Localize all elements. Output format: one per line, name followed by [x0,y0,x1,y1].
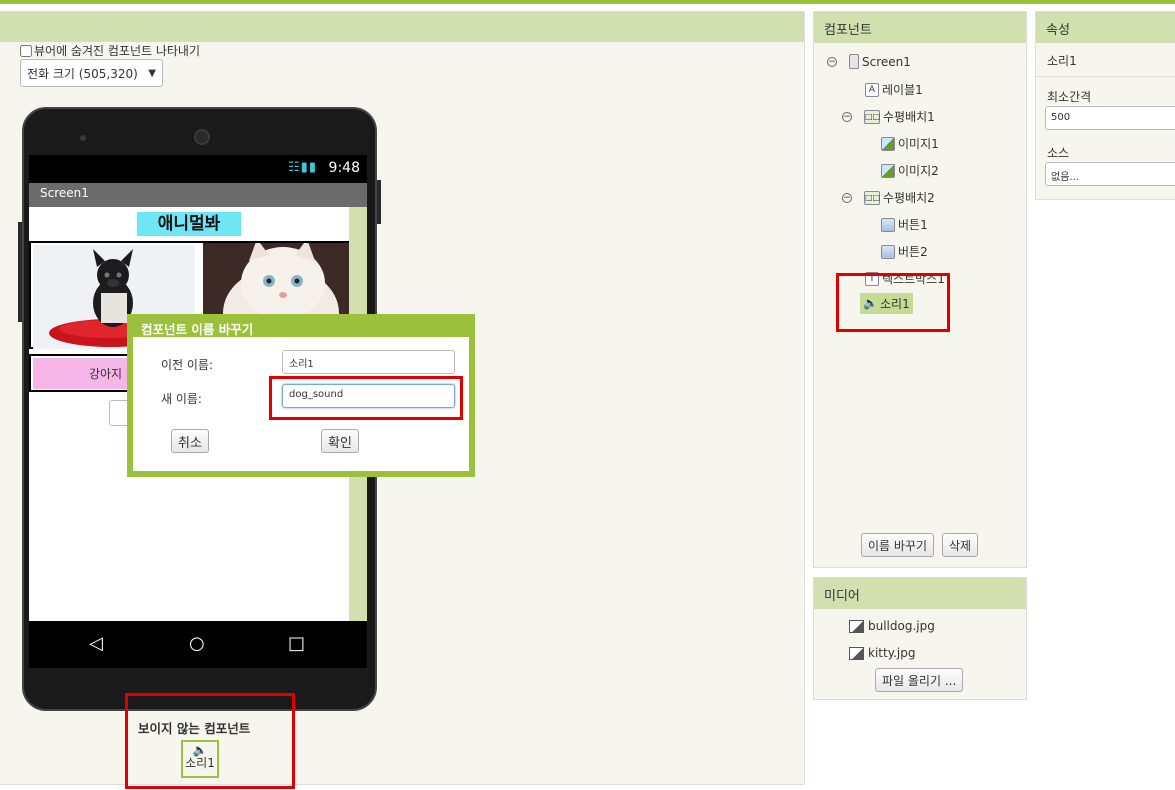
button-icon [881,244,895,259]
phone-size-value: 전화 크기 (505,320) [27,66,138,81]
properties-panel: 속성 소리1 최소간격 500 소스 없음... [1035,11,1175,200]
old-name-field[interactable]: 소리1 [282,350,455,374]
phone-size-select[interactable]: 전화 크기 (505,320) ▼ [20,59,163,87]
tree-label: 버튼2 [898,245,928,259]
min-interval-label: 최소간격 [1047,90,1092,104]
image-file-icon [849,646,864,660]
wifi-signal-battery-icon: ☷▮▮ [288,160,317,175]
image-icon [881,163,895,178]
properties-component-name: 소리1 [1047,54,1077,68]
sound-tree-highlight [836,273,950,332]
viewer-header [0,11,804,42]
components-header: 컴포넌트 [814,12,1026,43]
old-name-label: 이전 이름: [161,358,214,372]
nonvisible-sound-label: 소리1 [185,756,215,771]
tree-label: 이미지2 [898,164,939,178]
tree-label: 이미지1 [898,137,939,151]
home-icon: ○ [189,633,205,654]
phone-speaker [80,135,86,141]
rename-button[interactable]: 이름 바꾸기 [861,533,935,557]
tree-label: Screen1 [862,54,911,69]
tree-item-button2[interactable]: 버튼2 [881,243,928,260]
image-file-icon [849,619,864,633]
properties-divider [1036,76,1175,77]
show-hidden-checkbox[interactable] [20,44,32,57]
phone-icon [849,54,859,69]
media-header: 미디어 [814,578,1026,609]
media-file-kitty[interactable]: kitty.jpg [849,646,915,660]
tree-label: 수평배치2 [883,191,935,205]
dog-button-label: 강아지 [88,367,123,381]
properties-header: 속성 [1036,12,1175,43]
tree-item-hz2[interactable]: − □□ 수평배치2 [842,189,935,206]
new-name-label: 새 이름: [161,392,202,406]
new-name-highlight [269,376,463,420]
phone-side-button [377,180,381,224]
horizontal-arrangement-icon: □□ [864,109,880,124]
screen-title: Screen1 [40,186,89,200]
button-icon [881,217,895,232]
nonvisible-components-highlight: 보이지 않는 컴포넌트 🔈 소리1 [125,693,295,789]
show-hidden-label: 뷰어에 숨겨진 컴포넌트 나타내기 [34,44,201,58]
app-title-label[interactable]: 애니멀봐 [137,212,241,236]
horizontal-arrangement-icon: □□ [864,190,880,205]
media-file-name: bulldog.jpg [868,619,935,633]
screen-title-bar: Screen1 [29,183,367,207]
ok-button[interactable]: 확인 [321,429,359,453]
collapse-toggle-icon[interactable]: − [842,192,852,203]
delete-button[interactable]: 삭제 [942,533,979,557]
cancel-button[interactable]: 취소 [171,429,209,453]
phone-camera [194,129,210,145]
back-icon: ◁ [89,633,103,654]
nonvisible-components-title: 보이지 않는 컴포넌트 [138,721,251,736]
tree-item-image1[interactable]: 이미지1 [881,135,939,152]
tree-item-label1[interactable]: A 레이블1 [865,81,923,98]
media-file-bulldog[interactable]: bulldog.jpg [849,619,935,633]
source-label: 소스 [1047,146,1070,160]
status-time: 9:48 [328,160,360,176]
status-bar: ☷▮▮ 9:48 [29,155,367,183]
min-interval-field[interactable]: 500 [1045,106,1175,130]
media-file-name: kitty.jpg [868,646,916,660]
label-icon: A [865,82,879,97]
tree-item-screen1[interactable]: − Screen1 [827,54,911,69]
collapse-toggle-icon[interactable]: − [842,111,852,122]
recent-apps-icon: □ [288,633,306,654]
show-hidden-components-toggle[interactable]: 뷰어에 숨겨진 컴포넌트 나타내기 [20,42,200,59]
chevron-down-icon: ▼ [148,67,156,79]
tree-label: 수평배치1 [883,110,935,124]
upload-file-button[interactable]: 파일 올리기 ... [875,668,964,692]
phone-nav-bar: ◁ ○ □ [29,621,367,668]
tree-item-image2[interactable]: 이미지2 [881,162,939,179]
top-accent-bar [0,0,1175,4]
tree-label: 버튼1 [898,218,928,232]
dialog-title: 컴포넌트 이름 바꾸기 [141,322,254,337]
phone-side-button-left [18,222,22,322]
nonvisible-sound-item[interactable]: 🔈 소리1 [181,740,219,778]
tree-label: 레이블1 [882,83,923,97]
collapse-toggle-icon[interactable]: − [827,56,837,67]
tree-item-button1[interactable]: 버튼1 [881,216,928,233]
source-field[interactable]: 없음... [1045,162,1175,186]
image-icon [881,136,895,151]
tree-item-hz1[interactable]: − □□ 수평배치1 [842,108,935,125]
